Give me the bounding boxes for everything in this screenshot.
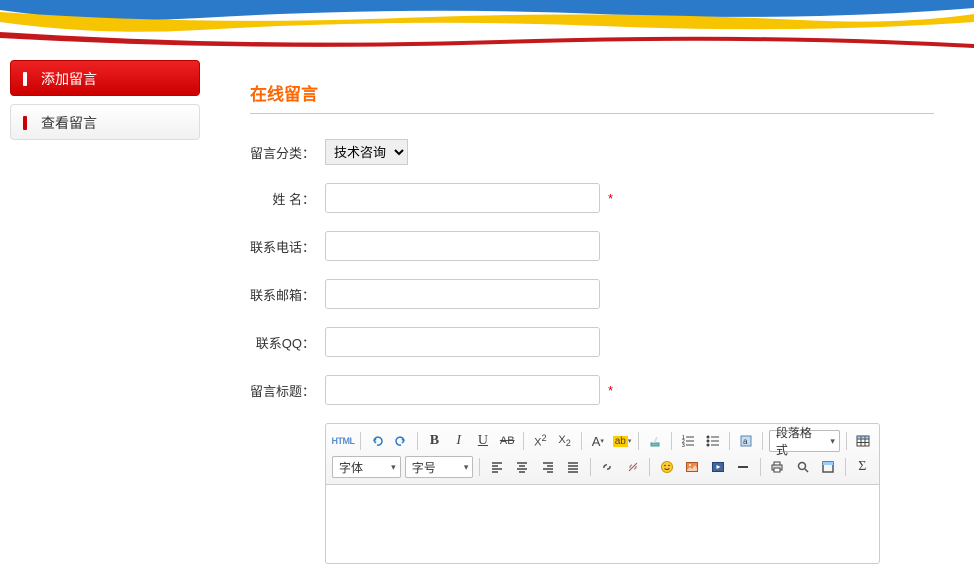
table-button[interactable] <box>853 430 873 452</box>
sidebar-item-add-message[interactable]: 添加留言 <box>10 60 200 96</box>
block-format-dropdown[interactable]: 段落格式 <box>769 430 840 452</box>
unordered-list-button[interactable] <box>703 430 723 452</box>
inactive-bar <box>23 116 27 130</box>
sidebar: 添加留言 查看留言 <box>10 60 200 564</box>
active-bar <box>23 72 27 86</box>
label-name: 姓 名： <box>250 189 325 208</box>
subscript-button[interactable]: X2 <box>555 430 575 452</box>
text-color-button[interactable]: A▾ <box>588 430 608 452</box>
label-qq: 联系QQ： <box>250 333 325 352</box>
required-mark: * <box>608 383 613 398</box>
input-email[interactable] <box>325 279 600 309</box>
emoji-button[interactable] <box>656 456 677 478</box>
align-justify-button[interactable] <box>562 456 583 478</box>
main-content: 在线留言 留言分类： 技术咨询 姓 名： * 联系电话： 联系邮箱： 联系QQ：… <box>220 60 964 564</box>
select-all-button[interactable]: a <box>736 430 756 452</box>
required-mark: * <box>608 191 613 206</box>
rich-text-editor: HTML B I U AB X2 X2 A▾ ab▾ <box>325 423 880 564</box>
preview-button[interactable] <box>792 456 813 478</box>
sidebar-item-view-messages[interactable]: 查看留言 <box>10 104 200 140</box>
header-decoration <box>0 0 974 50</box>
label-phone: 联系电话： <box>250 237 325 256</box>
unlink-button[interactable] <box>622 456 643 478</box>
maximize-button[interactable] <box>817 456 838 478</box>
background-color-button[interactable]: ab▾ <box>612 430 632 452</box>
superscript-button[interactable]: X2 <box>530 430 550 452</box>
editor-toolbar: HTML B I U AB X2 X2 A▾ ab▾ <box>325 423 880 484</box>
link-button[interactable] <box>597 456 618 478</box>
remove-format-button[interactable] <box>645 430 665 452</box>
svg-text:a: a <box>743 437 748 446</box>
sidebar-item-label: 查看留言 <box>41 115 97 131</box>
ordered-list-button[interactable]: 123 <box>678 430 698 452</box>
select-category[interactable]: 技术咨询 <box>325 139 408 165</box>
input-name[interactable] <box>325 183 600 213</box>
input-qq[interactable] <box>325 327 600 357</box>
editor-body[interactable] <box>325 484 880 564</box>
input-title[interactable] <box>325 375 600 405</box>
special-char-button[interactable]: Σ <box>852 456 873 478</box>
font-family-dropdown[interactable]: 字体 <box>332 456 401 478</box>
align-center-button[interactable] <box>512 456 533 478</box>
align-left-button[interactable] <box>486 456 507 478</box>
hr-button[interactable] <box>732 456 753 478</box>
strikethrough-button[interactable]: AB <box>497 430 517 452</box>
font-size-dropdown[interactable]: 字号 <box>405 456 474 478</box>
label-category: 留言分类： <box>250 143 325 162</box>
image-button[interactable] <box>682 456 703 478</box>
italic-button[interactable]: I <box>449 430 469 452</box>
input-phone[interactable] <box>325 231 600 261</box>
label-title: 留言标题： <box>250 381 325 400</box>
underline-button[interactable]: U <box>473 430 493 452</box>
bold-button[interactable]: B <box>424 430 444 452</box>
print-button[interactable] <box>767 456 788 478</box>
source-button[interactable]: HTML <box>332 430 354 452</box>
redo-button[interactable] <box>391 430 411 452</box>
align-right-button[interactable] <box>537 456 558 478</box>
media-button[interactable] <box>707 456 728 478</box>
svg-text:3: 3 <box>682 443 685 448</box>
undo-button[interactable] <box>367 430 387 452</box>
page-title: 在线留言 <box>250 80 934 114</box>
label-email: 联系邮箱： <box>250 285 325 304</box>
sidebar-item-label: 添加留言 <box>41 71 97 87</box>
